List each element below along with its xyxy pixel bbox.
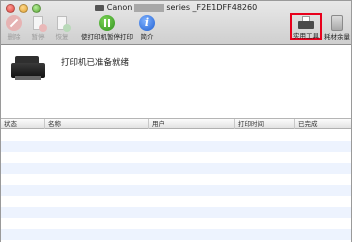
- column-header-status[interactable]: 状态: [1, 119, 44, 129]
- pause-printer-button[interactable]: 使打印机暂停打印: [81, 15, 133, 45]
- window-title: Canon series _F2E1DFF48260: [1, 3, 351, 12]
- pause-job-icon: [30, 15, 47, 32]
- printer-utility-icon: [297, 16, 315, 30]
- delete-button[interactable]: 删除: [4, 15, 24, 45]
- printer-status-message: 打印机已准备就绪: [61, 58, 130, 68]
- delete-label: 删除: [7, 33, 21, 41]
- info-icon: i: [139, 15, 155, 31]
- pause-job-label: 暂停: [31, 33, 45, 41]
- empty-job-list: [1, 130, 351, 242]
- pause-printer-label: 使打印机暂停打印: [81, 33, 133, 41]
- ink-levels-button[interactable]: 耗材余量: [323, 15, 351, 45]
- info-button[interactable]: i 简介: [135, 15, 159, 45]
- pause-job-button[interactable]: 暂停: [26, 15, 50, 45]
- column-header-print-time[interactable]: 打印时间: [234, 119, 294, 129]
- utility-button[interactable]: 实用工具: [290, 13, 322, 40]
- pause-printer-icon: [99, 15, 115, 31]
- info-label: 简介: [140, 33, 154, 41]
- resume-job-button[interactable]: 恢复: [51, 15, 73, 45]
- title-prefix: Canon: [106, 3, 133, 12]
- printer-status-area: 打印机已准备就绪: [1, 46, 351, 118]
- print-queue-table[interactable]: 状态 名称 用户 打印时间 已完成: [1, 118, 351, 242]
- resume-job-label: 恢复: [55, 33, 69, 41]
- redacted-model-name: [134, 3, 165, 12]
- printer-icon: [94, 4, 104, 11]
- utility-label: 实用工具: [293, 32, 319, 40]
- table-header: 状态 名称 用户 打印时间 已完成: [1, 119, 351, 129]
- printer-icon-large: [11, 56, 47, 84]
- title-toolbar-bar: Canon series _F2E1DFF48260 删除 暂停 恢复 使打印机暂…: [1, 1, 351, 45]
- column-header-name[interactable]: 名称: [44, 119, 148, 129]
- ink-levels-label: 耗材余量: [324, 33, 350, 41]
- print-queue-window: Canon series _F2E1DFF48260 删除 暂停 恢复 使打印机暂…: [0, 0, 352, 242]
- delete-icon: [6, 15, 22, 31]
- resume-job-icon: [54, 15, 71, 32]
- ink-cartridge-icon: [331, 15, 343, 31]
- column-header-completed[interactable]: 已完成: [294, 119, 351, 129]
- title-suffix: series _F2E1DFF48260: [166, 3, 258, 12]
- column-header-user[interactable]: 用户: [148, 119, 234, 129]
